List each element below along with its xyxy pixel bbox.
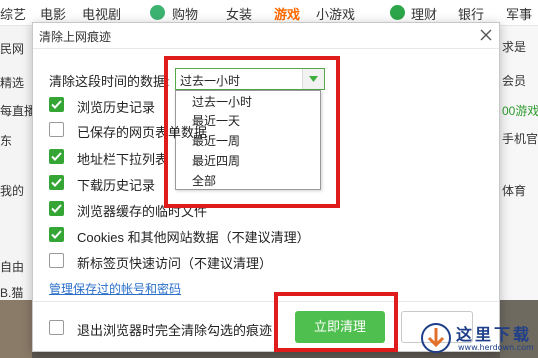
option-label: 地址栏下拉列表 [77, 152, 169, 167]
bg-fragment: 每直播 [0, 104, 37, 118]
watermark-url: www.herdown.com [458, 343, 534, 352]
nav-item-variety[interactable]: 综艺 [0, 4, 26, 23]
option-label: 退出浏览器时完全清除勾选的痕迹 [77, 323, 273, 338]
close-button[interactable] [477, 26, 495, 44]
option-new-tab-quick-access[interactable]: 新标签页快速访问（不建议清理） [49, 252, 469, 271]
bg-fragment: 00游戏 [502, 104, 538, 118]
highlight-time-dropdown [164, 56, 340, 208]
bg-fragment: 求是 [502, 40, 527, 54]
bg-fragment: 我的 [0, 184, 25, 198]
checkbox-unchecked[interactable] [49, 253, 64, 268]
option-label: Cookies 和其他网站数据（不建议清理） [77, 230, 310, 245]
checkbox-checked[interactable] [49, 97, 64, 112]
dialog-title: 清除上网痕迹 [39, 30, 112, 44]
checkmark-icon [51, 178, 62, 187]
nav-item-games[interactable]: 游戏 [274, 4, 300, 23]
nav-item-womens[interactable]: 女装 [226, 4, 252, 23]
checkbox-checked[interactable] [49, 227, 64, 242]
checkmark-icon [51, 152, 62, 161]
nav-item-bank[interactable]: 银行 [458, 4, 484, 23]
bg-fragment: 东 [0, 134, 13, 148]
checkmark-icon [51, 204, 62, 213]
time-range-label: 清除这段时间的数据: [49, 74, 170, 89]
option-label: 浏览历史记录 [77, 100, 156, 115]
nav-item-finance[interactable]: 理财 [411, 4, 437, 23]
download-arrow-icon [421, 323, 451, 353]
checkbox-unchecked[interactable] [49, 122, 64, 137]
bg-fragment: B.猫 [0, 286, 24, 300]
checkbox-checked[interactable] [49, 149, 64, 164]
option-label: 新标签页快速访问（不建议清理） [77, 256, 273, 271]
manage-saved-accounts-link[interactable]: 管理保存过的帐号和密码 [49, 280, 181, 297]
checkbox-checked[interactable] [49, 201, 64, 216]
highlight-clear-button [274, 292, 398, 352]
close-icon [480, 29, 492, 41]
bg-fragment: 自由 [0, 260, 25, 274]
checkbox-unchecked[interactable] [49, 320, 64, 335]
dialog-title-bar: 清除上网痕迹 [33, 23, 499, 49]
nav-item-mini-games[interactable]: 小游戏 [316, 4, 355, 23]
background-thumbnail [0, 300, 32, 358]
checkmark-icon [51, 230, 62, 239]
bg-fragment: 手机官 [502, 132, 538, 146]
bg-fragment: 精选 [0, 76, 25, 90]
nav-item-shopping[interactable]: 购物 [172, 4, 198, 23]
bg-fragment: 会员 [502, 74, 527, 88]
watermark-logo: 这里下载 www.herdown.com [418, 318, 538, 358]
nav-item-tv[interactable]: 电视剧 [82, 4, 121, 23]
dialog-divider [33, 301, 499, 302]
bg-fragment: 民网 [0, 42, 25, 56]
option-cookies[interactable]: Cookies 和其他网站数据（不建议清理） [49, 226, 469, 245]
option-label: 下载历史记录 [77, 178, 156, 193]
finance-icon [390, 5, 405, 20]
checkbox-checked[interactable] [49, 175, 64, 190]
watermark-text: 这里下载 [456, 325, 533, 344]
shopping-icon [150, 5, 165, 20]
checkmark-icon [51, 100, 62, 109]
bg-fragment: 体育 [502, 184, 527, 198]
nav-item-movies[interactable]: 电影 [40, 4, 66, 23]
nav-item-military[interactable]: 军事 [506, 4, 532, 23]
